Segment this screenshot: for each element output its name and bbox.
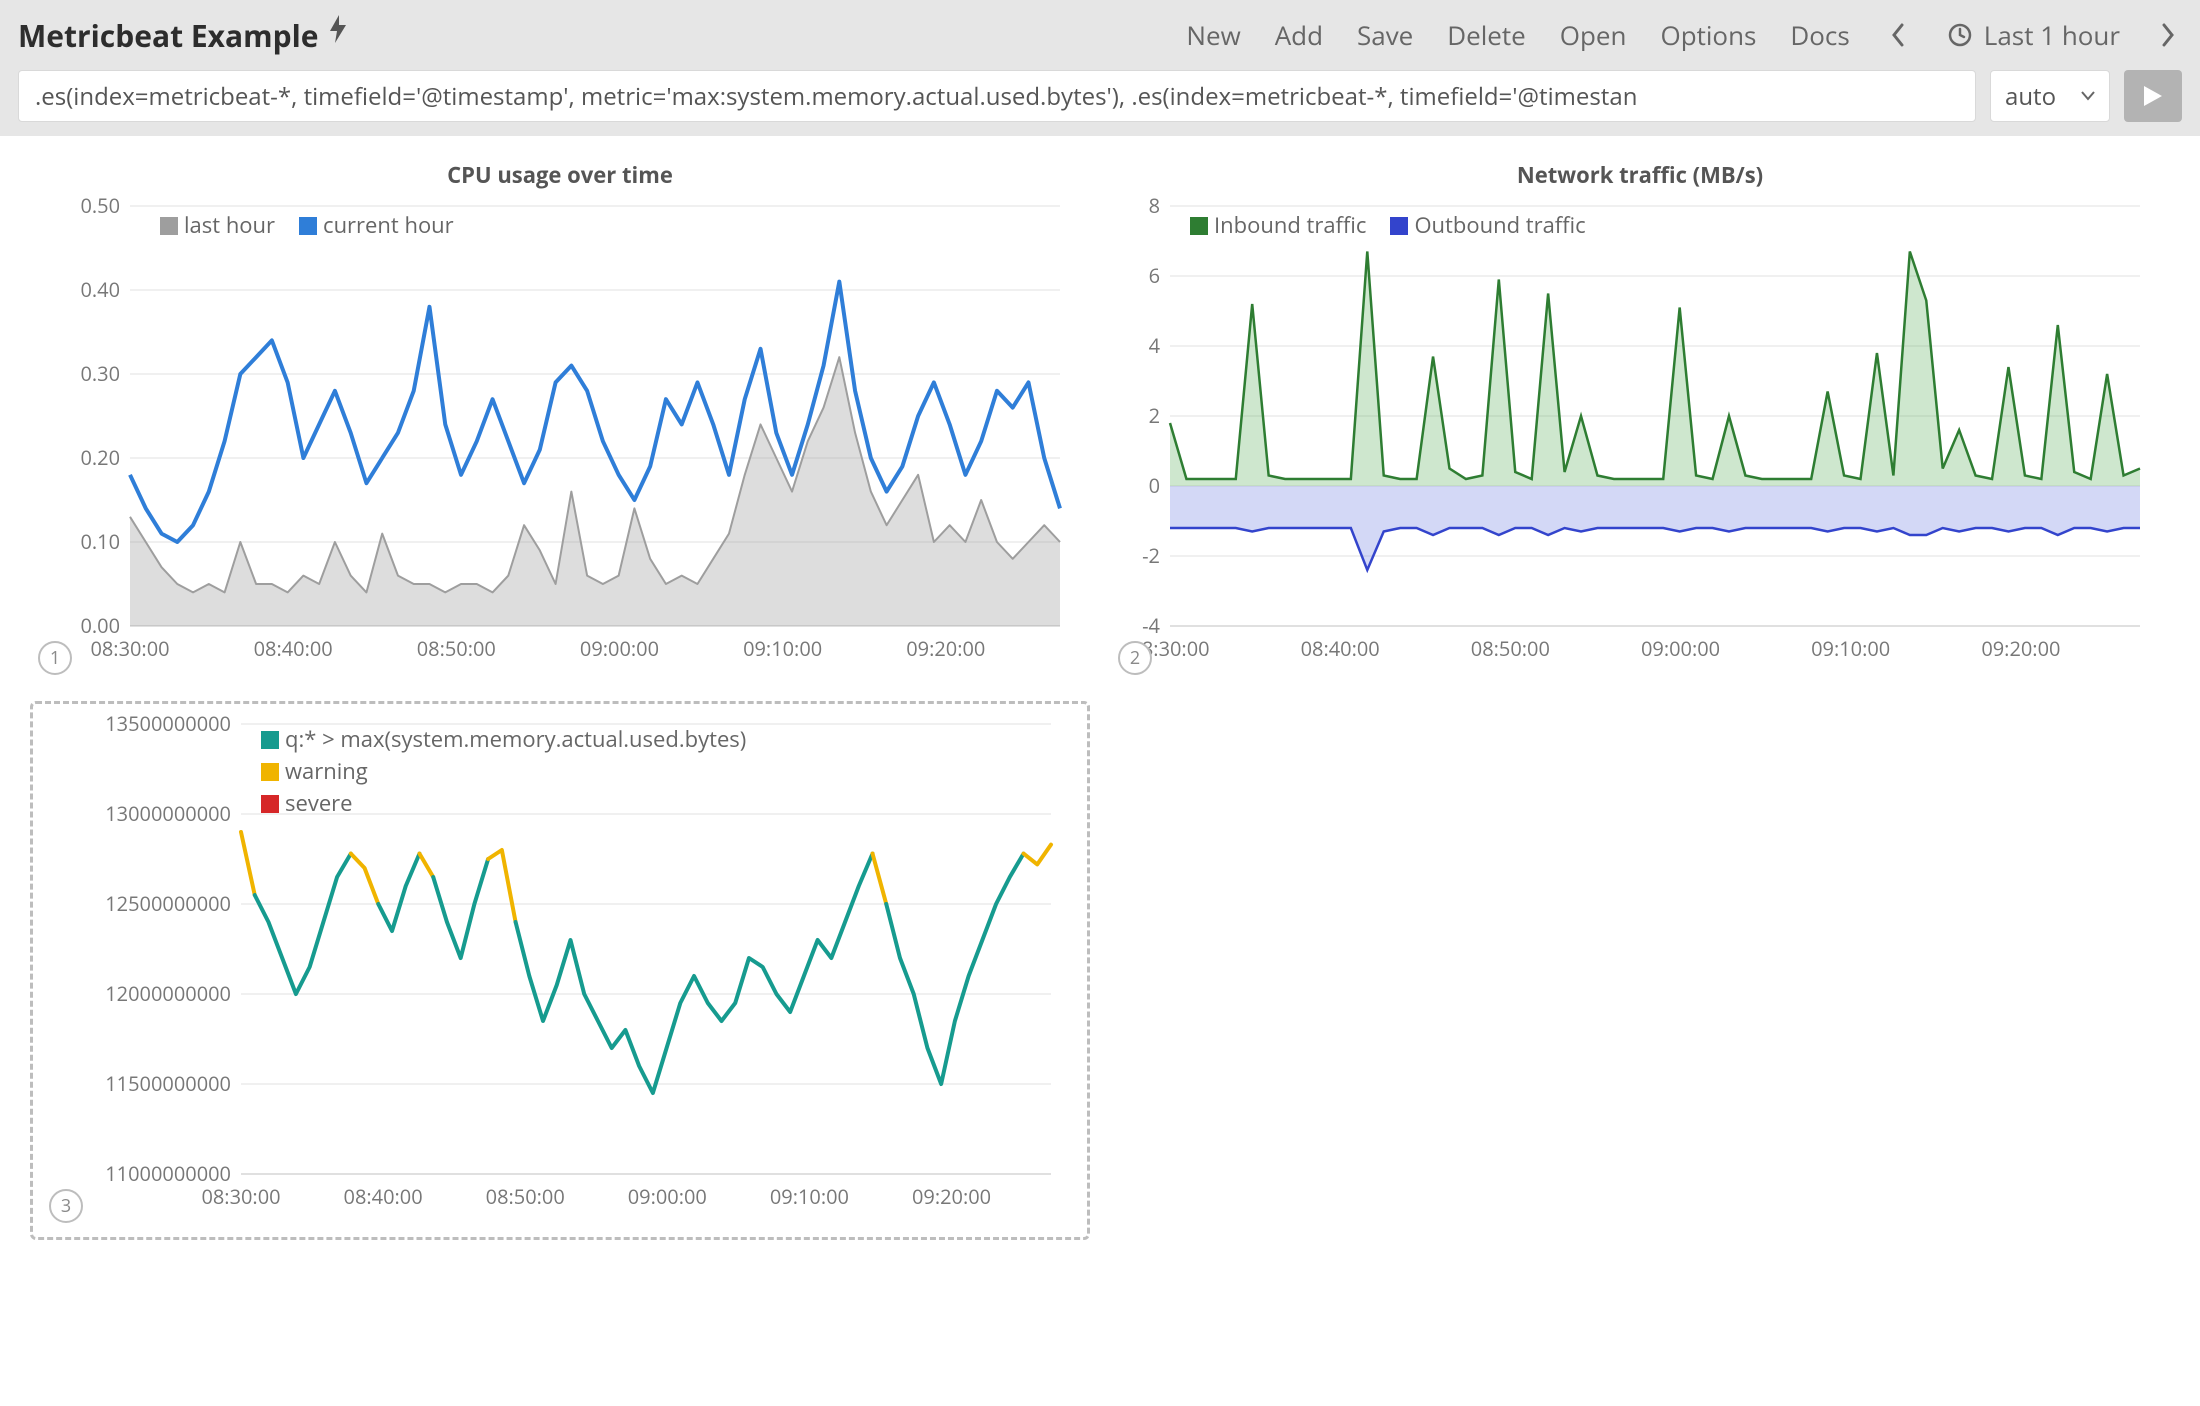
svg-text:0.40: 0.40 — [80, 276, 120, 303]
svg-text:13000000000: 13000000000 — [105, 800, 231, 827]
panel-network[interactable]: Network traffic (MB/s) -4-20246808:30:00… — [1110, 160, 2170, 681]
chart-grid: CPU usage over time 0.000.100.200.300.40… — [0, 136, 2200, 1264]
swatch-icon — [261, 763, 279, 781]
chart-network: -4-20246808:30:0008:40:0008:50:0009:00:0… — [1110, 196, 2170, 681]
play-icon — [2142, 84, 2164, 108]
swatch-icon — [261, 731, 279, 749]
svg-text:2: 2 — [1149, 402, 1160, 429]
svg-text:09:20:00: 09:20:00 — [1981, 635, 2060, 662]
top-menu: New Add Save Delete Open Options Docs La… — [1186, 17, 2182, 53]
interval-select[interactable]: auto — [1990, 70, 2110, 122]
svg-text:08:30:00: 08:30:00 — [201, 1183, 280, 1210]
svg-text:0.10: 0.10 — [80, 528, 120, 555]
svg-text:08:40:00: 08:40:00 — [344, 1183, 423, 1210]
menu-add[interactable]: Add — [1275, 17, 1323, 53]
menu-save[interactable]: Save — [1357, 17, 1413, 53]
query-input[interactable] — [18, 70, 1976, 122]
page-title-wrap: Metricbeat Example — [18, 15, 348, 56]
svg-text:8: 8 — [1149, 196, 1160, 219]
menu-new[interactable]: New — [1186, 17, 1240, 53]
svg-text:-2: -2 — [1142, 542, 1160, 569]
swatch-icon — [261, 795, 279, 813]
legend-item: warning — [261, 756, 368, 786]
svg-text:12500000000: 12500000000 — [105, 890, 231, 917]
legend-item: severe — [261, 788, 353, 818]
play-button[interactable] — [2124, 70, 2182, 122]
svg-text:13500000000: 13500000000 — [105, 714, 231, 737]
svg-text:09:20:00: 09:20:00 — [906, 635, 985, 662]
svg-text:08:50:00: 08:50:00 — [417, 635, 496, 662]
panel-cpu-title: CPU usage over time — [30, 160, 1090, 190]
legend-item: Outbound traffic — [1390, 210, 1585, 240]
chart-cpu: 0.000.100.200.300.400.5008:30:0008:40:00… — [30, 196, 1090, 681]
page-title: Metricbeat Example — [18, 15, 318, 56]
svg-text:0.20: 0.20 — [80, 444, 120, 471]
legend-cpu: last hour current hour — [160, 210, 454, 240]
svg-text:08:50:00: 08:50:00 — [1471, 635, 1550, 662]
svg-text:09:00:00: 09:00:00 — [580, 635, 659, 662]
time-range-label: Last 1 hour — [1984, 17, 2120, 53]
panel-network-title: Network traffic (MB/s) — [1110, 160, 2170, 190]
legend-item: last hour — [160, 210, 275, 240]
time-range-picker[interactable]: Last 1 hour — [1946, 17, 2120, 53]
lightning-icon — [328, 15, 348, 51]
caret-down-icon — [2081, 91, 2095, 101]
panel-cpu[interactable]: CPU usage over time 0.000.100.200.300.40… — [30, 160, 1090, 681]
svg-text:09:20:00: 09:20:00 — [912, 1183, 991, 1210]
panel-badge: 1 — [38, 641, 72, 675]
svg-text:11500000000: 11500000000 — [105, 1070, 231, 1097]
clock-icon — [1946, 23, 1974, 47]
svg-text:08:50:00: 08:50:00 — [486, 1183, 565, 1210]
svg-text:6: 6 — [1149, 262, 1160, 289]
svg-text:12000000000: 12000000000 — [105, 980, 231, 1007]
menu-options[interactable]: Options — [1660, 17, 1756, 53]
menu-docs[interactable]: Docs — [1790, 17, 1849, 53]
swatch-icon — [299, 217, 317, 235]
chevron-left-icon[interactable] — [1884, 23, 1912, 47]
chevron-right-icon[interactable] — [2154, 23, 2182, 47]
svg-text:09:00:00: 09:00:00 — [1641, 635, 1720, 662]
legend-network: Inbound traffic Outbound traffic — [1190, 210, 1586, 240]
panel-badge: 3 — [49, 1189, 83, 1223]
svg-text:4: 4 — [1149, 332, 1161, 359]
panel-badge: 2 — [1118, 641, 1152, 675]
swatch-icon — [1390, 217, 1408, 235]
svg-text:08:30:00: 08:30:00 — [90, 635, 169, 662]
chart-memory: 1100000000011500000000120000000001250000… — [41, 714, 1079, 1229]
legend-item: Inbound traffic — [1190, 210, 1366, 240]
svg-text:08:40:00: 08:40:00 — [254, 635, 333, 662]
panel-memory[interactable]: 1100000000011500000000120000000001250000… — [30, 701, 1090, 1240]
svg-text:0: 0 — [1149, 472, 1160, 499]
svg-text:0.30: 0.30 — [80, 360, 120, 387]
legend-item: current hour — [299, 210, 454, 240]
query-bar: auto — [0, 70, 2200, 136]
legend-item: q:* > max(system.memory.actual.used.byte… — [261, 724, 746, 754]
svg-text:09:10:00: 09:10:00 — [743, 635, 822, 662]
menu-open[interactable]: Open — [1560, 17, 1627, 53]
svg-text:09:00:00: 09:00:00 — [628, 1183, 707, 1210]
svg-text:0.50: 0.50 — [80, 196, 120, 219]
interval-label: auto — [2005, 80, 2056, 113]
svg-text:09:10:00: 09:10:00 — [1811, 635, 1890, 662]
swatch-icon — [1190, 217, 1208, 235]
svg-text:08:40:00: 08:40:00 — [1301, 635, 1380, 662]
svg-text:09:10:00: 09:10:00 — [770, 1183, 849, 1210]
menu-delete[interactable]: Delete — [1447, 17, 1526, 53]
top-bar: Metricbeat Example New Add Save Delete O… — [0, 0, 2200, 70]
swatch-icon — [160, 217, 178, 235]
legend-memory: q:* > max(system.memory.actual.used.byte… — [261, 724, 746, 818]
